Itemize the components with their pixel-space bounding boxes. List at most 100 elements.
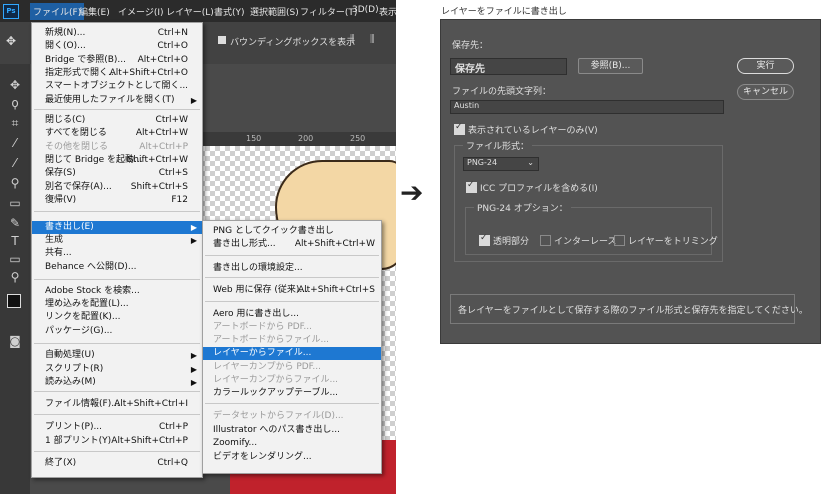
export-menu-item[interactable]: Web 用に保存 (従来)... Alt+Shift+Ctrl+S [203, 284, 381, 297]
export-menu-item[interactable]: Illustrator へのパス書き出し... [203, 424, 381, 437]
file-menu-item[interactable]: 閉じる(C) Ctrl+W [32, 114, 202, 127]
menu-item-label: ビデオをレンダリング... [213, 452, 312, 462]
export-menu-item[interactable]: アートボードからファイル... [203, 334, 381, 347]
menu-item-label: Adobe Stock を検索... [45, 286, 140, 296]
pen-icon[interactable]: ✎ [8, 216, 22, 230]
eyedropper-icon[interactable]: ⁄ [8, 136, 22, 150]
brush-icon[interactable]: ⁄ [8, 156, 22, 170]
cancel-button[interactable]: キャンセル [737, 84, 794, 100]
export-menu-item[interactable]: Zoomify... [203, 437, 381, 450]
file-menu-item[interactable]: 閉じて Bridge を起動... Shift+Ctrl+W [32, 154, 202, 167]
file-menu-item[interactable]: その他を閉じる Alt+Ctrl+P [32, 141, 202, 154]
export-menu-item[interactable]: レイヤーからファイル... [203, 347, 381, 360]
menu-item-label: 読み込み(M) [45, 377, 96, 387]
right-arrow-icon: ➔ [400, 176, 424, 209]
export-menu-item[interactable]: 書き出し形式... Alt+Shift+Ctrl+W [203, 238, 381, 251]
menu-item-shortcut: Alt+Shift+Ctrl+P [111, 436, 188, 446]
export-menu-item[interactable]: データセットからファイル(D)... [203, 410, 381, 423]
menu-item-shortcut: F12 [171, 195, 188, 205]
zoom-icon[interactable]: ⚲ [8, 270, 22, 284]
file-menu-item[interactable]: スマートオブジェクトとして開く... [32, 80, 202, 93]
menu-3d[interactable]: 3D(D) [352, 5, 379, 15]
prefix-input[interactable]: Austin [450, 100, 724, 114]
move-tool-icon[interactable]: ✥ [6, 34, 16, 48]
stamp-icon[interactable]: ⚲ [8, 176, 22, 190]
export-menu-item[interactable]: ビデオをレンダリング... [203, 451, 381, 464]
export-menu-item[interactable]: 書き出しの環境設定... [203, 262, 381, 275]
file-menu-item[interactable]: 保存(S) Ctrl+S [32, 167, 202, 180]
visible-only-checkbox[interactable] [454, 122, 465, 135]
interlace-checkbox[interactable] [540, 235, 551, 246]
file-menu-item[interactable]: Adobe Stock を検索... [32, 285, 202, 298]
shape-icon[interactable]: ▭ [8, 252, 22, 266]
menu-item-shortcut: Shift+Ctrl+S [130, 182, 188, 192]
menu-select[interactable]: 選択範囲(S) [250, 5, 299, 18]
file-menu-item[interactable]: パッケージ(G)... [32, 325, 202, 338]
type-icon[interactable]: T [8, 234, 22, 248]
file-menu-item[interactable]: 新規(N)... Ctrl+N [32, 27, 202, 40]
file-menu-item[interactable]: 指定形式で開く... Alt+Shift+Ctrl+O [32, 67, 202, 80]
export-menu-item[interactable]: PNG としてクイック書き出し [203, 225, 381, 238]
file-menu-item[interactable]: 書き出し(E) ▶ [32, 221, 202, 234]
menu-file[interactable]: ファイル(F) [30, 3, 85, 20]
eraser-icon[interactable]: ▭ [8, 196, 22, 210]
file-menu-item[interactable]: すべてを閉じる Alt+Ctrl+W [32, 127, 202, 140]
crop-icon[interactable]: ⌗ [8, 116, 22, 130]
export-menu-item[interactable]: レイヤーカンプからファイル... [203, 374, 381, 387]
foreground-color-swatch[interactable] [7, 294, 21, 308]
file-menu-item[interactable]: 別名で保存(A)... Shift+Ctrl+S [32, 181, 202, 194]
file-menu-item[interactable]: 終了(X) Ctrl+Q [32, 457, 202, 470]
menu-view[interactable]: 表示 [379, 5, 396, 18]
menu-layer[interactable]: レイヤー(L) [166, 5, 214, 18]
file-menu-item[interactable]: Behance へ公開(D)... [32, 261, 202, 274]
move-icon[interactable]: ✥ [8, 78, 22, 92]
lasso-icon[interactable]: ϙ [8, 96, 22, 110]
file-menu-item[interactable]: 共有... [32, 247, 202, 260]
file-menu-item[interactable]: 生成 ▶ [32, 234, 202, 247]
menu-filter[interactable]: フィルター(T) [300, 5, 357, 18]
menu-item-label: 保存(S) [45, 168, 76, 178]
export-menu-item[interactable]: レイヤーカンプから PDF... [203, 361, 381, 374]
export-menu-item[interactable]: アートボードから PDF... [203, 321, 381, 334]
file-menu-item[interactable]: プリント(P)... Ctrl+P [32, 421, 202, 434]
file-menu-item[interactable]: 開く(O)... Ctrl+O [32, 40, 202, 53]
file-type-select[interactable]: PNG-24 ⌄ [463, 157, 539, 171]
align-left-icon[interactable]: ⫼ [350, 34, 355, 45]
menu-item-label: スマートオブジェクトとして開く... [45, 81, 189, 91]
file-menu: 新規(N)... Ctrl+N 開く(O)... Ctrl+O Bridge で参照(B… [31, 22, 203, 478]
align-center-icon[interactable]: ⫼ [370, 34, 375, 45]
quick-mask-icon[interactable]: ◙ [8, 334, 22, 348]
menu-edit[interactable]: 編集(E) [79, 5, 110, 18]
menu-separator [205, 255, 379, 256]
export-menu-item[interactable]: カラールックアップテーブル... [203, 387, 381, 400]
file-menu-item[interactable]: 1 部プリント(Y) Alt+Shift+Ctrl+P [32, 435, 202, 448]
menu-separator [205, 277, 379, 278]
trim-layers-checkbox[interactable] [614, 235, 625, 246]
file-menu-item[interactable]: ファイル情報(F)... Alt+Shift+Ctrl+I [32, 398, 202, 411]
file-menu-item[interactable]: Bridge で参照(B)... Alt+Ctrl+O [32, 54, 202, 67]
file-menu-item[interactable]: 読み込み(M) ▶ [32, 376, 202, 389]
menu-type[interactable]: 書式(Y) [214, 5, 245, 18]
file-menu-item[interactable]: 自動処理(U) ▶ [32, 349, 202, 362]
destination-field[interactable]: 保存先 [450, 58, 567, 75]
export-menu-item[interactable]: Aero 用に書き出し... [203, 308, 381, 321]
bounding-box-checkbox[interactable] [218, 36, 226, 44]
ruler-tick-label: 200 [298, 134, 314, 143]
menu-item-label: カラールックアップテーブル... [213, 388, 339, 398]
file-menu-item[interactable]: スクリプト(R) ▶ [32, 363, 202, 376]
file-menu-item[interactable]: 復帰(V) F12 [32, 194, 202, 207]
menu-image[interactable]: イメージ(I) [118, 5, 164, 18]
file-menu-item[interactable]: リンクを配置(K)... [32, 311, 202, 324]
menu-separator [34, 391, 200, 392]
file-type-label: ファイル形式： [463, 139, 533, 152]
prefix-value: Austin [454, 101, 480, 110]
icc-profile-checkbox[interactable] [466, 180, 477, 193]
file-menu-item[interactable]: 埋め込みを配置(L)... [32, 298, 202, 311]
menu-item-label: スクリプト(R) [45, 364, 104, 374]
menu-item-label: 埋め込みを配置(L)... [45, 299, 129, 309]
menu-separator [34, 279, 200, 280]
transparency-checkbox[interactable] [479, 233, 490, 246]
file-menu-item[interactable]: 最近使用したファイルを開く(T) ▶ [32, 94, 202, 107]
run-button[interactable]: 実行 [737, 58, 794, 74]
browse-button[interactable]: 参照(B)... [578, 58, 643, 74]
